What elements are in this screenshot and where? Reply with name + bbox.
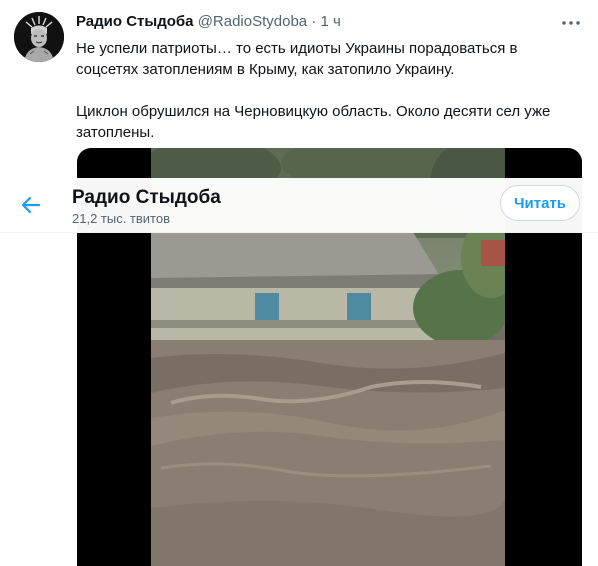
statue-avatar-icon — [14, 12, 64, 62]
tweet-paragraph: Циклон обрушился на Черновицкую область.… — [76, 103, 551, 141]
tweet-header: Радио Стыдоба @RadioStydoba · 1 ч — [76, 13, 341, 30]
tweet-time[interactable]: 1 ч — [321, 13, 341, 30]
tweet-count: 21,2 тыс. твитов — [72, 211, 171, 226]
separator-dot: · — [311, 13, 317, 30]
follow-button[interactable]: Читать — [500, 185, 580, 221]
tweet-paragraph: Не успели патриоты… то есть идиоты Украи… — [76, 40, 518, 78]
tweet-body: Не успели патриоты… то есть идиоты Украи… — [76, 38, 566, 164]
author-handle[interactable]: @RadioStydoba — [198, 13, 307, 30]
more-horizontal-icon[interactable] — [560, 13, 582, 33]
profile-sticky-header: Радио Стыдоба 21,2 тыс. твитов Читать — [0, 178, 598, 233]
arrow-left-icon[interactable] — [14, 188, 48, 222]
author-name[interactable]: Радио Стыдоба — [76, 13, 194, 30]
avatar[interactable] — [14, 12, 64, 62]
profile-title: Радио Стыдоба — [72, 187, 221, 208]
